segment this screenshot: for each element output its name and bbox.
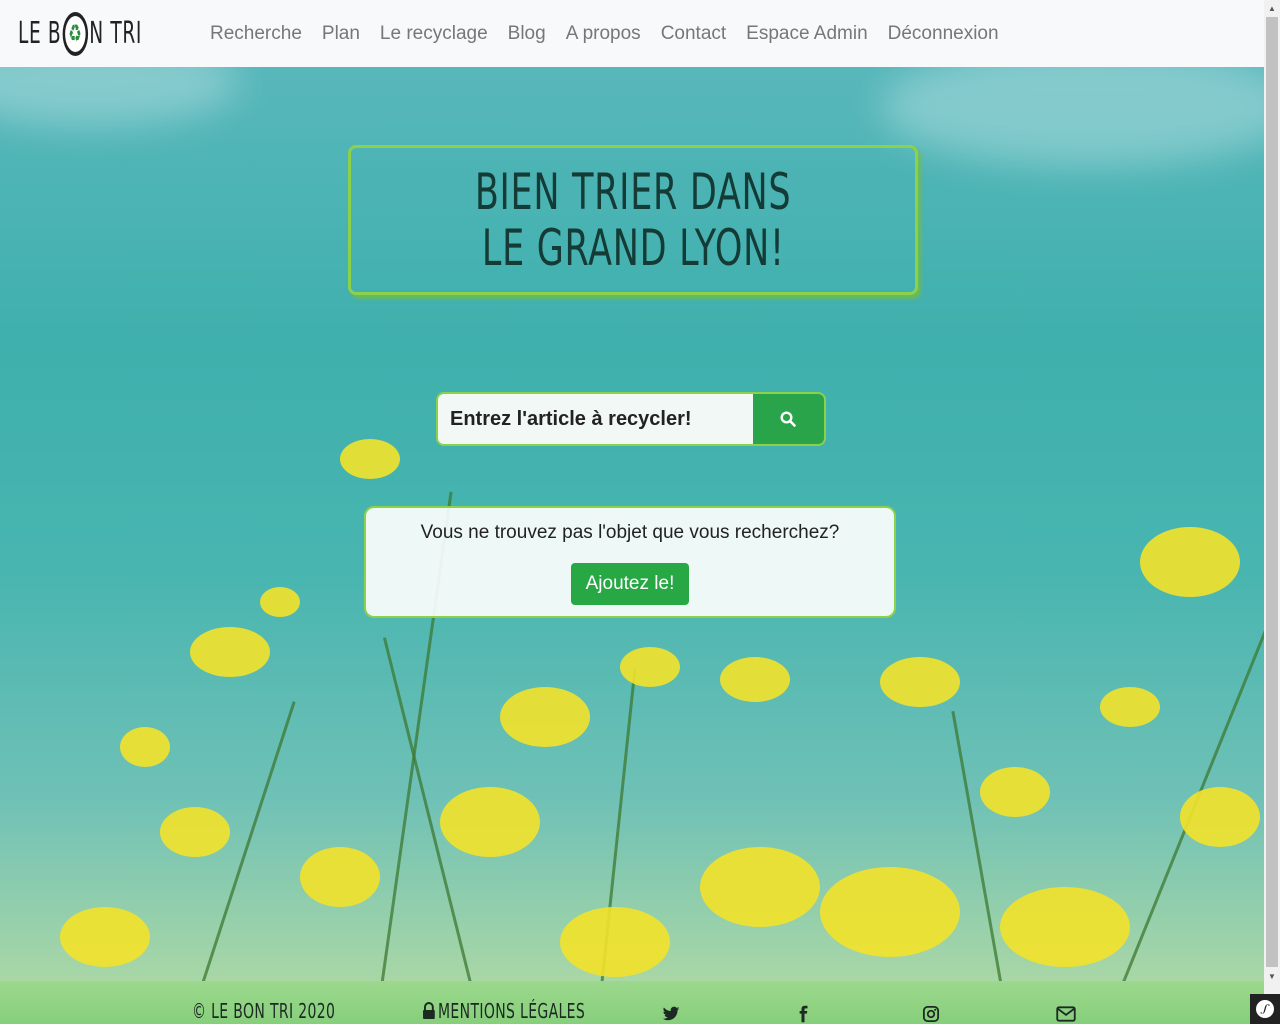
add-item-button[interactable]: Ajoutez le! <box>570 563 690 605</box>
footer-legal-label: Mentions légales <box>438 999 586 1023</box>
brand-logo[interactable]: LE B ♻ N TRI <box>18 0 142 67</box>
search-input[interactable] <box>438 394 753 444</box>
twitter-icon[interactable] <box>662 1005 680 1023</box>
nav-item-deconnexion[interactable]: Déconnexion <box>878 0 1009 67</box>
scroll-up-icon[interactable]: ▲ <box>1264 0 1280 16</box>
brand-prefix: LE B <box>18 16 62 51</box>
facebook-icon[interactable] <box>794 1005 812 1023</box>
footer-copyright: © Le Bon Tri 2020 <box>192 999 336 1023</box>
scroll-down-icon[interactable]: ▼ <box>1264 968 1280 984</box>
instagram-icon[interactable] <box>922 1005 940 1023</box>
page-scrollbar[interactable]: ▲ ▼ <box>1264 0 1280 1024</box>
nav-item-le-recyclage[interactable]: Le recyclage <box>370 0 498 67</box>
nav-item-espace-admin[interactable]: Espace Admin <box>736 0 877 67</box>
nav-item-a-propos[interactable]: A propos <box>556 0 651 67</box>
search-form <box>436 392 826 446</box>
footer-legal-link[interactable]: Mentions légales <box>423 999 586 1023</box>
nav-item-blog[interactable]: Blog <box>498 0 556 67</box>
search-button[interactable] <box>752 394 824 444</box>
navbar: LE B ♻ N TRI Recherche Plan Le recyclage… <box>0 0 1264 67</box>
not-found-panel: Vous ne trouvez pas l'objet que vous rec… <box>364 506 896 618</box>
hero-title-box: Bien trier dans le Grand Lyon! <box>348 145 918 295</box>
scrollbar-thumb[interactable] <box>1266 17 1278 967</box>
hero-section: Bien trier dans le Grand Lyon! Vous ne t… <box>0 67 1264 981</box>
symfony-logo-icon <box>1256 1000 1274 1018</box>
footer: © Le Bon Tri 2020 Mentions légales <box>0 981 1264 1024</box>
not-found-text: Vous ne trouvez pas l'objet que vous rec… <box>420 522 840 543</box>
symfony-debug-icon[interactable] <box>1250 994 1280 1024</box>
nav-item-contact[interactable]: Contact <box>651 0 736 67</box>
hero-title-line-1: Bien trier dans <box>474 163 792 221</box>
nav-item-plan[interactable]: Plan <box>312 0 370 67</box>
recycle-icon: ♻ <box>62 11 89 56</box>
nav-item-recherche[interactable]: Recherche <box>200 0 312 67</box>
envelope-icon[interactable] <box>1056 1005 1076 1023</box>
nav-links: Recherche Plan Le recyclage Blog A propo… <box>200 0 1009 67</box>
hero-title-line-2: le Grand Lyon! <box>481 219 785 277</box>
search-icon <box>780 411 797 427</box>
lock-icon <box>423 1002 435 1019</box>
brand-suffix: N TRI <box>89 16 142 51</box>
